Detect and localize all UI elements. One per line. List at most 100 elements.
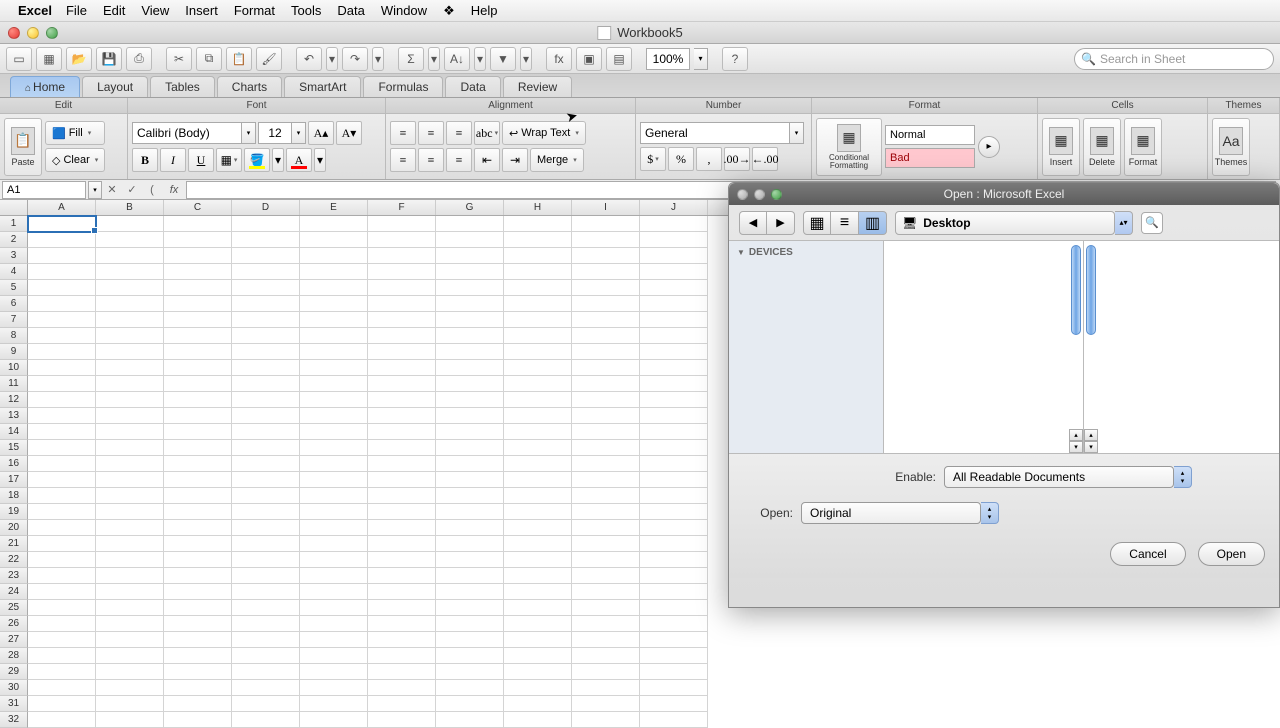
cell-I19[interactable] — [572, 504, 640, 520]
menu-data[interactable]: Data — [337, 3, 364, 18]
clear-button[interactable]: ◇Clear▾ — [45, 148, 105, 172]
enable-popup[interactable]: All Readable Documents — [944, 466, 1174, 488]
row-header-15[interactable]: 15 — [0, 440, 28, 456]
cell-F4[interactable] — [368, 264, 436, 280]
scroll-up-button-2[interactable]: ▴ — [1084, 429, 1098, 441]
cell-J6[interactable] — [640, 296, 708, 312]
print-button[interactable]: ⎙ — [126, 47, 152, 71]
enter-formula-button[interactable]: ✓ — [122, 181, 142, 199]
filter-button[interactable]: ▼ — [490, 47, 516, 71]
cell-G11[interactable] — [436, 376, 504, 392]
cell-E23[interactable] — [300, 568, 368, 584]
cell-G10[interactable] — [436, 360, 504, 376]
cell-F27[interactable] — [368, 632, 436, 648]
menu-view[interactable]: View — [141, 3, 169, 18]
cell-A8[interactable] — [28, 328, 96, 344]
close-window-button[interactable] — [8, 27, 20, 39]
number-format-select[interactable]: General — [640, 122, 790, 144]
cell-J29[interactable] — [640, 664, 708, 680]
cell-I3[interactable] — [572, 248, 640, 264]
open-mode-popup[interactable]: Original — [801, 502, 981, 524]
select-all-corner[interactable] — [0, 200, 28, 215]
filter-dropdown[interactable]: ▾ — [520, 47, 532, 71]
cell-J2[interactable] — [640, 232, 708, 248]
cell-J15[interactable] — [640, 440, 708, 456]
cell-I5[interactable] — [572, 280, 640, 296]
cell-A31[interactable] — [28, 696, 96, 712]
cell-C22[interactable] — [164, 552, 232, 568]
cell-F24[interactable] — [368, 584, 436, 600]
cell-E17[interactable] — [300, 472, 368, 488]
cell-F5[interactable] — [368, 280, 436, 296]
column-header-E[interactable]: E — [300, 200, 368, 215]
cell-B3[interactable] — [96, 248, 164, 264]
cell-H9[interactable] — [504, 344, 572, 360]
cell-E6[interactable] — [300, 296, 368, 312]
cell-F30[interactable] — [368, 680, 436, 696]
align-left-button[interactable]: ≡ — [390, 148, 416, 172]
cell-I32[interactable] — [572, 712, 640, 728]
cell-F13[interactable] — [368, 408, 436, 424]
cell-C14[interactable] — [164, 424, 232, 440]
row-header-22[interactable]: 22 — [0, 552, 28, 568]
row-header-6[interactable]: 6 — [0, 296, 28, 312]
tab-smartart[interactable]: SmartArt — [284, 76, 361, 97]
cell-G27[interactable] — [436, 632, 504, 648]
increase-font-button[interactable]: A▴ — [308, 121, 334, 145]
cell-I6[interactable] — [572, 296, 640, 312]
cell-H29[interactable] — [504, 664, 572, 680]
cell-F25[interactable] — [368, 600, 436, 616]
search-in-sheet-input[interactable]: 🔍 Search in Sheet — [1074, 48, 1274, 70]
cell-J8[interactable] — [640, 328, 708, 344]
cell-C20[interactable] — [164, 520, 232, 536]
cell-B13[interactable] — [96, 408, 164, 424]
cell-A14[interactable] — [28, 424, 96, 440]
scrollbar-thumb-2[interactable] — [1086, 245, 1096, 335]
cell-A24[interactable] — [28, 584, 96, 600]
cell-D7[interactable] — [232, 312, 300, 328]
cell-G24[interactable] — [436, 584, 504, 600]
cell-F21[interactable] — [368, 536, 436, 552]
sort-button[interactable]: A↓ — [444, 47, 470, 71]
tab-data[interactable]: Data — [445, 76, 500, 97]
cell-C13[interactable] — [164, 408, 232, 424]
cell-J18[interactable] — [640, 488, 708, 504]
cell-B10[interactable] — [96, 360, 164, 376]
cell-I9[interactable] — [572, 344, 640, 360]
fill-color-dropdown[interactable]: ▾ — [272, 148, 284, 172]
insert-cells-button[interactable]: ▦Insert — [1042, 118, 1080, 176]
cell-I26[interactable] — [572, 616, 640, 632]
cell-D8[interactable] — [232, 328, 300, 344]
cell-E26[interactable] — [300, 616, 368, 632]
cell-F8[interactable] — [368, 328, 436, 344]
show-formulas-button[interactable]: fx — [546, 47, 572, 71]
cell-H18[interactable] — [504, 488, 572, 504]
cell-B11[interactable] — [96, 376, 164, 392]
cell-C9[interactable] — [164, 344, 232, 360]
zoom-dropdown[interactable]: ▾ — [694, 48, 708, 70]
copy-button[interactable]: ⧉ — [196, 47, 222, 71]
cell-H8[interactable] — [504, 328, 572, 344]
cell-F10[interactable] — [368, 360, 436, 376]
cell-I18[interactable] — [572, 488, 640, 504]
cell-A11[interactable] — [28, 376, 96, 392]
decrease-font-button[interactable]: A▾ — [336, 121, 362, 145]
cell-B9[interactable] — [96, 344, 164, 360]
cell-B24[interactable] — [96, 584, 164, 600]
cell-H19[interactable] — [504, 504, 572, 520]
cell-H24[interactable] — [504, 584, 572, 600]
cell-J9[interactable] — [640, 344, 708, 360]
row-header-29[interactable]: 29 — [0, 664, 28, 680]
row-header-30[interactable]: 30 — [0, 680, 28, 696]
row-header-13[interactable]: 13 — [0, 408, 28, 424]
cell-F18[interactable] — [368, 488, 436, 504]
cell-C3[interactable] — [164, 248, 232, 264]
fill-button[interactable]: 🟦Fill▾ — [45, 121, 105, 145]
cell-G31[interactable] — [436, 696, 504, 712]
cell-H12[interactable] — [504, 392, 572, 408]
menu-tools[interactable]: Tools — [291, 3, 321, 18]
cell-B15[interactable] — [96, 440, 164, 456]
cell-C8[interactable] — [164, 328, 232, 344]
cell-H4[interactable] — [504, 264, 572, 280]
wrap-text-button[interactable]: ↩Wrap Text▾ — [502, 121, 586, 145]
